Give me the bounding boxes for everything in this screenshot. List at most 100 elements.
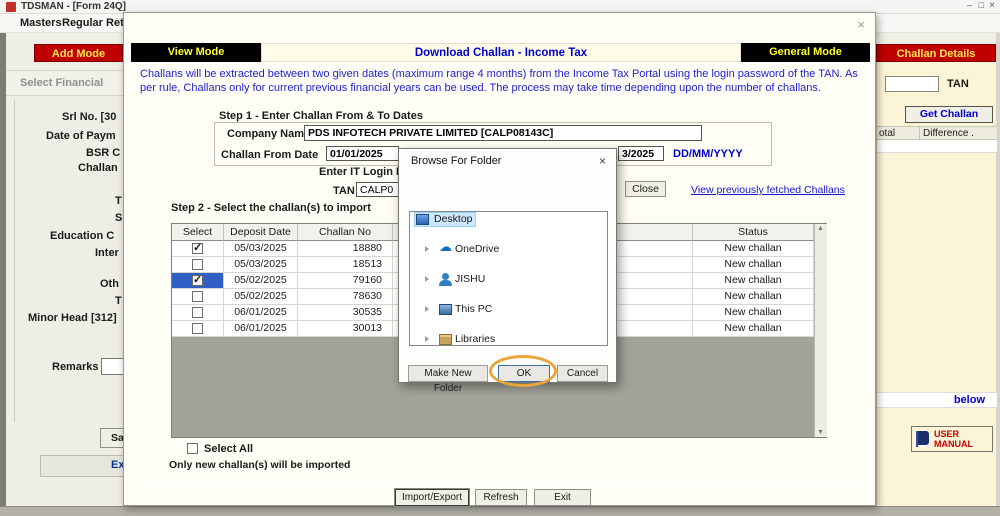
deposit-date-cell: 05/03/2025 — [224, 257, 298, 273]
view-mode-tab[interactable]: View Mode — [131, 43, 261, 62]
panel-grid-row — [877, 140, 997, 153]
challan-no-cell: 18880 — [298, 241, 393, 257]
form-label-interest: Inter — [95, 247, 119, 259]
row-checkbox[interactable] — [192, 243, 203, 254]
make-new-folder-button[interactable]: Make New Folder — [408, 365, 488, 382]
maximize-icon[interactable]: □ — [979, 0, 984, 10]
dialog-close-icon[interactable]: × — [857, 17, 865, 32]
chevron-right-icon — [425, 276, 429, 282]
panel-col-divider — [919, 127, 920, 140]
get-challan-button[interactable]: Get Challan — [905, 106, 993, 123]
below-link[interactable]: below — [954, 394, 985, 406]
general-mode-tab[interactable]: General Mode — [741, 43, 870, 62]
row-checkbox[interactable] — [192, 307, 203, 318]
user-manual-button[interactable]: USER MANUAL — [911, 426, 993, 452]
dialog-info-text: Challans will be extracted between two g… — [140, 68, 864, 95]
col-header-challan-no[interactable]: Challan No — [298, 224, 393, 241]
select-cell[interactable] — [172, 321, 224, 337]
window-left-edge — [0, 33, 6, 506]
select-cell[interactable] — [172, 305, 224, 321]
scroll-down-icon[interactable]: ▼ — [817, 429, 824, 436]
tree-item-libraries[interactable]: Libraries — [410, 332, 607, 346]
status-cell: New challan — [693, 257, 814, 273]
row-checkbox[interactable] — [192, 259, 203, 270]
form-label-date-of-payment: Date of Paym — [46, 130, 116, 142]
status-cell: New challan — [693, 273, 814, 289]
panel-col-difference: Difference . — [923, 128, 974, 139]
tdsman-app-window: TDSMAN - [Form 24Q] – □ × Masters Regula… — [0, 0, 1000, 516]
challan-details-panel: TAN Get Challan otal Difference . below … — [876, 62, 996, 506]
browse-dialog-title: Browse For Folder — [411, 155, 501, 167]
scroll-up-icon[interactable]: ▲ — [817, 225, 824, 232]
select-cell[interactable] — [172, 257, 224, 273]
user-manual-line2: MANUAL — [934, 439, 973, 449]
table-scrollbar[interactable]: ▲ ▼ — [814, 224, 827, 437]
status-cell: New challan — [693, 321, 814, 337]
import-export-button[interactable]: Import/Export — [395, 489, 469, 506]
challan-details-header: Challan Details — [876, 44, 996, 62]
browse-for-folder-dialog: Browse For Folder × Desktop OneDrive JIS… — [398, 148, 617, 383]
dialog-title: Download Challan - Income Tax — [261, 43, 741, 62]
step2-label: Step 2 - Select the challan(s) to import — [171, 202, 371, 214]
select-cell[interactable] — [172, 273, 224, 289]
status-cell: New challan — [693, 289, 814, 305]
browse-close-icon[interactable]: × — [599, 154, 606, 168]
it-login-label: Enter IT Login D — [319, 166, 404, 178]
add-mode-tab[interactable]: Add Mode — [34, 44, 123, 62]
user-manual-line1: USER — [934, 429, 959, 439]
company-name-label: Company Name — [227, 128, 310, 140]
window-title: TDSMAN - [Form 24Q] — [21, 1, 126, 12]
window-right-edge — [996, 33, 1000, 506]
form-label-education-cess: Education C — [50, 230, 114, 242]
tree-item-onedrive[interactable]: OneDrive — [410, 242, 607, 257]
refresh-button[interactable]: Refresh — [475, 489, 527, 506]
financial-year-band: Select Financial — [6, 70, 123, 96]
company-name-input[interactable] — [304, 125, 702, 141]
row-checkbox[interactable] — [192, 323, 203, 334]
tree-item-label: Libraries — [455, 332, 495, 346]
minimize-icon[interactable]: – — [967, 0, 972, 10]
folder-tree: Desktop OneDrive JISHU This PC Libraries — [409, 211, 608, 346]
computer-icon — [439, 304, 452, 315]
deposit-date-cell: 06/01/2025 — [224, 305, 298, 321]
menu-item-regular-returns[interactable]: Regular Retu — [62, 17, 130, 29]
book-icon — [916, 431, 929, 447]
ok-button[interactable]: OK — [498, 365, 550, 382]
exit-button[interactable]: Exit — [534, 489, 591, 506]
close-window-icon[interactable]: × — [989, 0, 995, 11]
form-label-surcharge: S — [115, 212, 122, 224]
select-all-checkbox[interactable] — [187, 443, 198, 454]
col-header-status[interactable]: Status — [693, 224, 814, 241]
chevron-right-icon — [425, 336, 429, 342]
tree-item-label: Desktop — [434, 212, 473, 227]
deposit-date-cell: 05/02/2025 — [224, 273, 298, 289]
col-header-deposit-date[interactable]: Deposit Date — [224, 224, 298, 241]
tree-item-label: This PC — [455, 302, 492, 317]
panel-tan-label: TAN — [947, 78, 969, 90]
tree-item-user[interactable]: JISHU — [410, 272, 607, 287]
form-groupbox-edge — [14, 100, 15, 422]
col-header-select[interactable]: Select — [172, 224, 224, 241]
challan-from-date-input[interactable] — [326, 146, 399, 161]
panel-tan-input[interactable] — [885, 76, 939, 92]
app-icon — [6, 2, 16, 12]
date-format-hint: DD/MM/YYYY — [673, 148, 743, 160]
form-label-bsr-code: BSR C — [86, 147, 120, 159]
row-checkbox[interactable] — [192, 291, 203, 302]
challan-from-date-label: Challan From Date — [221, 149, 318, 161]
dialog-divider — [132, 480, 869, 481]
row-checkbox[interactable] — [192, 275, 203, 286]
select-cell[interactable] — [172, 289, 224, 305]
form-label-tax: T — [115, 195, 122, 207]
tree-item-desktop[interactable]: Desktop — [410, 212, 607, 227]
select-cell[interactable] — [172, 241, 224, 257]
form-label-total: T — [115, 295, 122, 307]
tree-item-this-pc[interactable]: This PC — [410, 302, 607, 317]
view-previous-challans-link[interactable]: View previously fetched Challans — [691, 184, 845, 196]
form-label-challan: Challan — [78, 162, 118, 174]
close-button[interactable]: Close — [625, 181, 666, 197]
chevron-right-icon — [425, 246, 429, 252]
challan-to-date-input[interactable] — [618, 146, 664, 161]
menu-item-masters[interactable]: Masters — [20, 17, 62, 29]
cancel-button[interactable]: Cancel — [557, 365, 608, 382]
